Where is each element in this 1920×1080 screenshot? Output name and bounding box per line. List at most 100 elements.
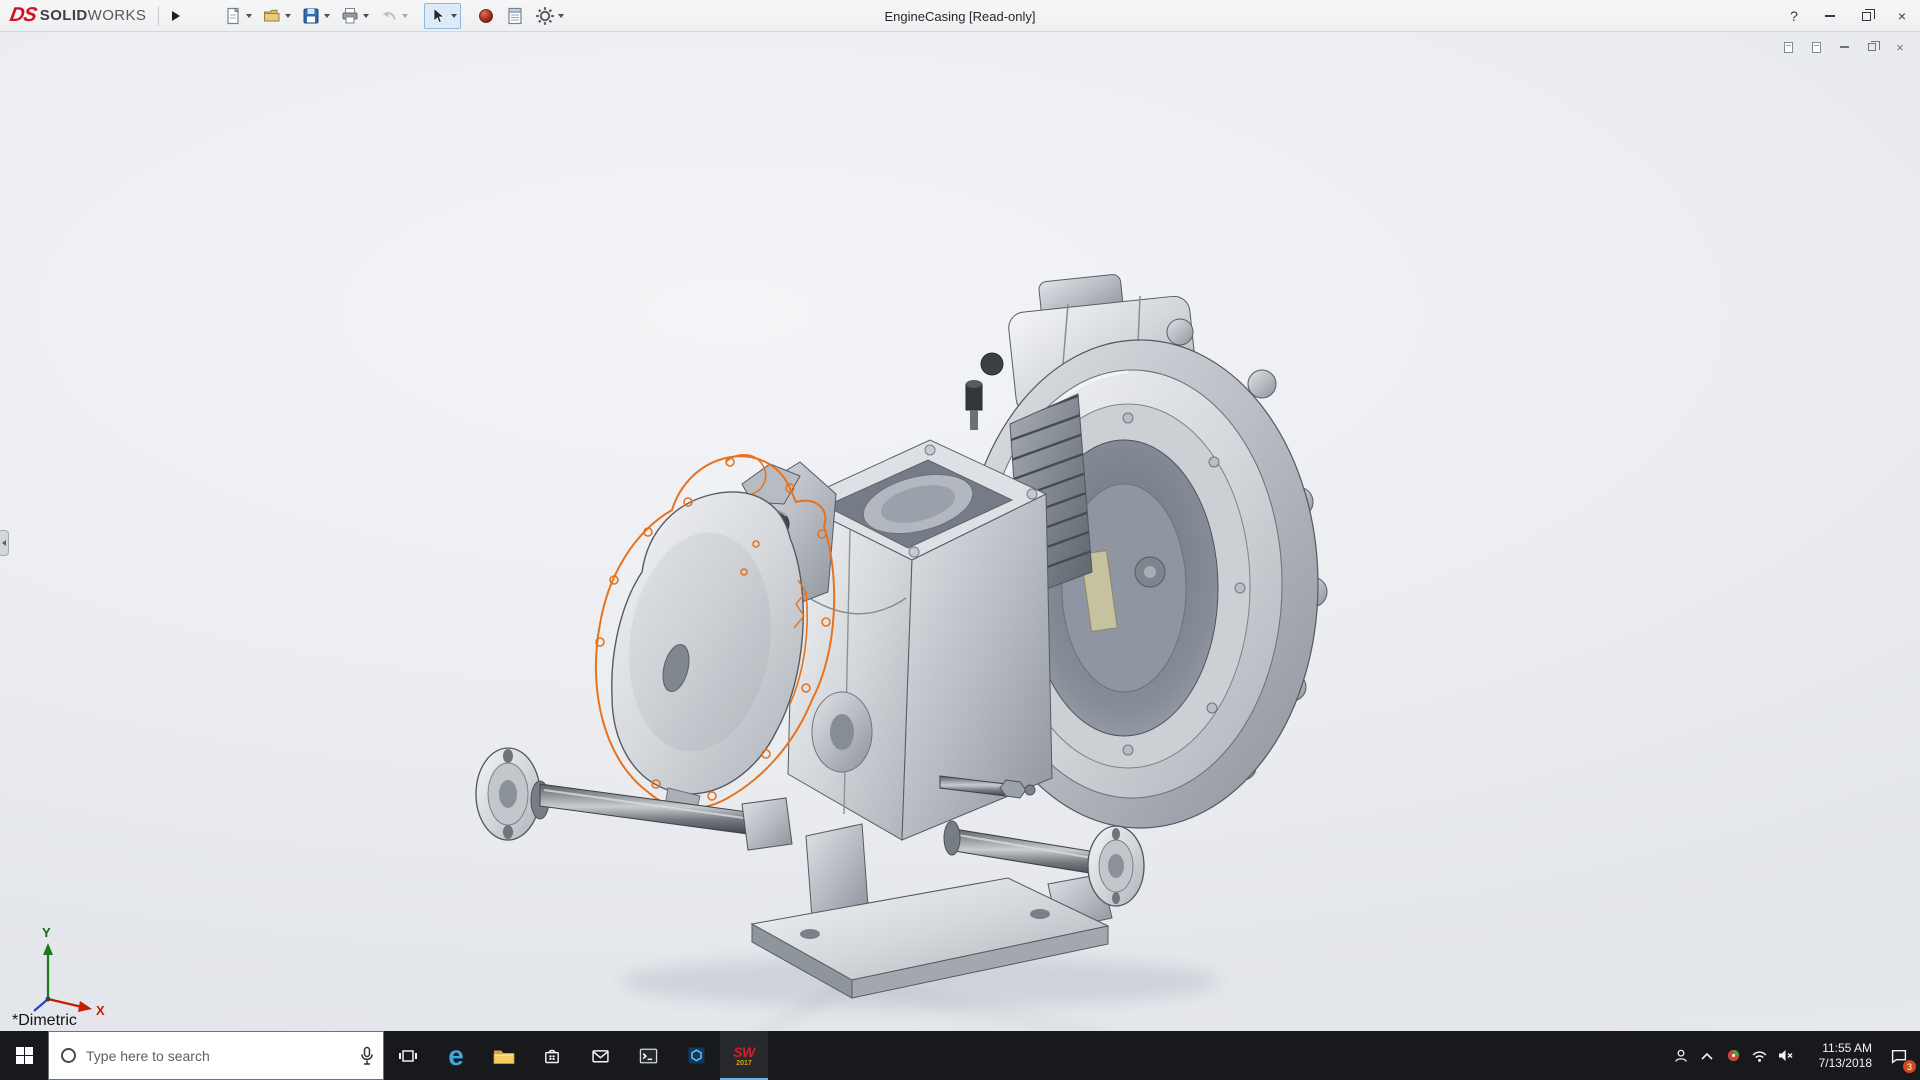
dropdown-arrow-icon bbox=[451, 14, 457, 18]
dropdown-arrow-icon bbox=[402, 14, 408, 18]
solidworks-brand: SOLIDWORKS bbox=[40, 7, 147, 24]
document-title: EngineCasing [Read-only] bbox=[884, 0, 1035, 32]
open-folder-icon bbox=[262, 6, 282, 26]
mail-envelope-icon bbox=[591, 1048, 610, 1064]
people-tray-button[interactable] bbox=[1668, 1031, 1694, 1080]
select-cursor-icon bbox=[428, 6, 448, 26]
view-orientation-label: *Dimetric bbox=[12, 1012, 77, 1030]
options-gear-icon bbox=[535, 6, 555, 26]
restore-icon bbox=[1862, 12, 1871, 21]
search-input[interactable] bbox=[86, 1048, 359, 1064]
undo-icon bbox=[379, 6, 399, 26]
separator bbox=[158, 6, 159, 26]
new-document-icon bbox=[223, 6, 243, 26]
clock-time: 11:55 AM bbox=[1822, 1041, 1872, 1056]
document-restore-button[interactable] bbox=[1860, 38, 1884, 56]
restore-button[interactable] bbox=[1848, 0, 1884, 32]
quick-access-toolbar bbox=[219, 3, 568, 29]
document-minimize-button[interactable] bbox=[1832, 38, 1856, 56]
taskbar-search[interactable] bbox=[48, 1031, 384, 1080]
document-icon bbox=[1812, 42, 1821, 53]
minimize-icon bbox=[1825, 15, 1835, 17]
engine-casing-model[interactable] bbox=[476, 274, 1327, 998]
help-button[interactable]: ? bbox=[1776, 0, 1812, 32]
antivirus-icon bbox=[1726, 1048, 1741, 1063]
3d-model-engine-casing[interactable] bbox=[0, 32, 1920, 1031]
network-tray-button[interactable] bbox=[1746, 1031, 1772, 1080]
graphics-area[interactable]: × Y X *Dimetric bbox=[0, 32, 1920, 1031]
dropdown-arrow-icon bbox=[363, 14, 369, 18]
panel-splitter-handle[interactable] bbox=[0, 530, 9, 556]
triad-x-label: X bbox=[96, 1003, 105, 1017]
print-icon bbox=[340, 6, 360, 26]
window-controls: ? × bbox=[1776, 0, 1920, 32]
select-tool-button[interactable] bbox=[424, 3, 461, 29]
show-hidden-icons-button[interactable] bbox=[1694, 1031, 1720, 1080]
chevron-up-icon bbox=[1700, 1051, 1714, 1061]
task-view-icon bbox=[398, 1047, 418, 1065]
system-tray: 11:55 AM 7/13/2018 3 bbox=[1668, 1031, 1920, 1080]
menu-bar-left: DS SOLIDWORKS bbox=[0, 0, 568, 31]
file-properties-icon bbox=[505, 6, 525, 26]
titlebar: DS SOLIDWORKS bbox=[0, 0, 1920, 32]
dropdown-arrow-icon bbox=[324, 14, 330, 18]
microphone-icon[interactable] bbox=[359, 1046, 375, 1066]
minimize-icon bbox=[1840, 46, 1849, 48]
file-explorer-button[interactable] bbox=[480, 1031, 528, 1080]
store-bag-icon bbox=[543, 1047, 561, 1065]
menu-flyout-button[interactable] bbox=[167, 4, 185, 28]
new-document-button[interactable] bbox=[219, 3, 256, 29]
action-center-button[interactable]: 3 bbox=[1878, 1031, 1920, 1080]
close-button[interactable]: × bbox=[1884, 0, 1920, 32]
save-icon bbox=[301, 6, 321, 26]
clock-date: 7/13/2018 bbox=[1819, 1056, 1872, 1071]
taskbar-clock[interactable]: 11:55 AM 7/13/2018 bbox=[1798, 1031, 1878, 1080]
taskbar: e bbox=[0, 1031, 1920, 1080]
console-button[interactable] bbox=[624, 1031, 672, 1080]
solidworks-app-icon: SW 2017 bbox=[733, 1045, 755, 1067]
solidworks-window: DS SOLIDWORKS bbox=[0, 0, 1920, 1080]
triad-y-label: Y bbox=[42, 925, 51, 940]
file-properties-button[interactable] bbox=[501, 3, 529, 29]
collapse-arrow-icon bbox=[2, 540, 6, 546]
dropdown-arrow-icon bbox=[285, 14, 291, 18]
app-tile-icon bbox=[687, 1046, 706, 1065]
volume-tray-button[interactable] bbox=[1772, 1031, 1798, 1080]
notification-badge: 3 bbox=[1903, 1060, 1916, 1073]
windows-logo-icon bbox=[16, 1047, 33, 1064]
child-window-icon[interactable] bbox=[1804, 38, 1828, 56]
mail-button[interactable] bbox=[576, 1031, 624, 1080]
start-button[interactable] bbox=[0, 1031, 48, 1080]
open-button[interactable] bbox=[258, 3, 295, 29]
edge-icon: e bbox=[448, 1042, 464, 1070]
undo-button[interactable] bbox=[375, 3, 412, 29]
console-icon bbox=[639, 1047, 658, 1065]
edge-button[interactable]: e bbox=[432, 1031, 480, 1080]
restore-icon bbox=[1868, 43, 1876, 51]
document-close-button[interactable]: × bbox=[1888, 38, 1912, 56]
save-button[interactable] bbox=[297, 3, 334, 29]
document-icon bbox=[1784, 42, 1793, 53]
flyout-arrow-icon bbox=[172, 11, 180, 21]
appearance-sphere-icon bbox=[477, 7, 495, 25]
options-button[interactable] bbox=[531, 3, 568, 29]
dropdown-arrow-icon bbox=[246, 14, 252, 18]
wifi-icon bbox=[1751, 1048, 1768, 1063]
person-icon bbox=[1673, 1048, 1689, 1064]
minimize-button[interactable] bbox=[1812, 0, 1848, 32]
print-button[interactable] bbox=[336, 3, 373, 29]
file-explorer-icon bbox=[492, 1046, 516, 1066]
speaker-icon bbox=[1777, 1048, 1794, 1063]
appearance-button[interactable] bbox=[473, 3, 499, 29]
child-window-icon[interactable] bbox=[1776, 38, 1800, 56]
reference-triad: Y X bbox=[24, 921, 110, 1017]
viewer-app-button[interactable] bbox=[672, 1031, 720, 1080]
taskbar-spacer bbox=[768, 1031, 1668, 1080]
dropdown-arrow-icon bbox=[558, 14, 564, 18]
antivirus-tray-button[interactable] bbox=[1720, 1031, 1746, 1080]
task-view-button[interactable] bbox=[384, 1031, 432, 1080]
store-button[interactable] bbox=[528, 1031, 576, 1080]
search-circle-icon bbox=[61, 1048, 76, 1063]
solidworks-taskbar-button[interactable]: SW 2017 bbox=[720, 1031, 768, 1080]
dassault-logo: DS bbox=[8, 4, 38, 27]
